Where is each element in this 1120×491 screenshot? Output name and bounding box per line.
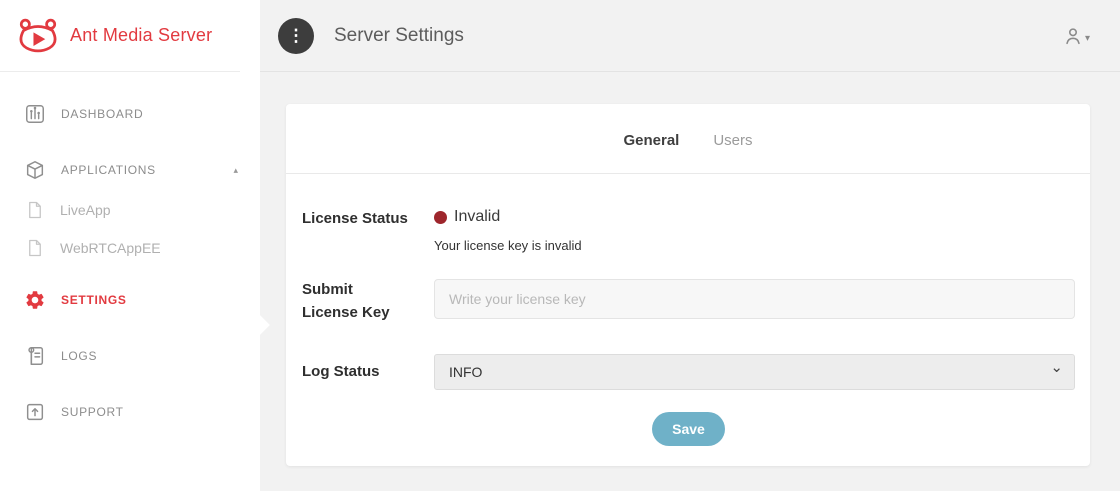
sidebar-item-support[interactable]: SUPPORT — [0, 392, 260, 432]
license-status-value: Invalid — [454, 208, 500, 226]
license-status-detail: Your license key is invalid — [434, 238, 1075, 253]
user-menu-button[interactable]: ▾ — [1062, 25, 1090, 47]
sidebar-nav: DASHBOARD APPLICATIONS ▴ — [0, 72, 260, 432]
log-status-row: Log Status INFO ⌄ — [302, 354, 1075, 390]
chevron-up-icon[interactable]: ▴ — [233, 165, 238, 176]
save-button[interactable]: Save — [652, 412, 725, 446]
app-window: Ant Media Server DASHBOARD — [0, 0, 1120, 491]
log-status-select-wrap: INFO ⌄ — [434, 354, 1075, 390]
tab-bar: General Users — [286, 104, 1090, 174]
page-title: Server Settings — [334, 25, 464, 47]
file-icon — [26, 239, 44, 257]
dashboard-icon — [24, 103, 46, 125]
status-dot-icon — [434, 211, 447, 224]
ant-media-logo-icon — [16, 17, 60, 55]
sidebar-item-label: LiveApp — [60, 202, 111, 218]
sidebar-item-label: DASHBOARD — [61, 107, 143, 121]
license-key-row: Submit License Key — [302, 279, 1075, 324]
sidebar-item-label: SUPPORT — [61, 405, 124, 419]
sidebar-item-logs[interactable]: LOGS — [0, 336, 260, 376]
support-icon — [24, 401, 46, 423]
license-status-value-group: Invalid Your license key is invalid — [434, 208, 1075, 253]
log-status-select[interactable]: INFO — [434, 354, 1075, 390]
license-status-label: License Status — [302, 208, 434, 231]
sidebar-item-webrtcappee[interactable]: WebRTCAppEE — [0, 230, 260, 266]
applications-icon — [24, 159, 46, 181]
settings-card: General Users License Status Invalid You… — [286, 104, 1090, 466]
sidebar-item-label: LOGS — [61, 349, 97, 363]
sidebar-item-applications[interactable]: APPLICATIONS ▴ — [0, 150, 260, 190]
sidebar-item-label: WebRTCAppEE — [60, 240, 161, 256]
file-icon — [26, 201, 44, 219]
license-key-field-wrap — [434, 279, 1075, 319]
brand-logo[interactable]: Ant Media Server — [0, 0, 260, 71]
sidebar-item-settings[interactable]: SETTINGS — [0, 280, 260, 320]
license-key-input[interactable] — [434, 279, 1075, 319]
main-area: ⋮ Server Settings ▾ General Users — [260, 0, 1120, 491]
chevron-down-icon: ▾ — [1085, 34, 1090, 47]
sidebar-item-label: SETTINGS — [61, 293, 127, 307]
content-area: General Users License Status Invalid You… — [260, 72, 1120, 491]
sidebar-item-liveapp[interactable]: LiveApp — [0, 192, 260, 228]
license-key-label: Submit License Key — [302, 279, 392, 324]
license-status-row: License Status Invalid Your license key … — [302, 208, 1075, 253]
brand-name: Ant Media Server — [70, 25, 212, 46]
log-status-label: Log Status — [302, 361, 434, 384]
sidebar-item-label: APPLICATIONS — [61, 163, 156, 177]
tab-general[interactable]: General — [623, 132, 679, 149]
header: ⋮ Server Settings ▾ — [260, 0, 1120, 72]
menu-toggle-button[interactable]: ⋮ — [278, 18, 314, 54]
save-button-wrap: Save — [302, 412, 1075, 446]
tab-users[interactable]: Users — [713, 132, 752, 149]
user-icon — [1062, 25, 1084, 47]
gear-icon — [24, 289, 46, 311]
sidebar-item-dashboard[interactable]: DASHBOARD — [0, 94, 260, 134]
sidebar: Ant Media Server DASHBOARD — [0, 0, 260, 491]
kebab-menu-icon: ⋮ — [288, 26, 305, 46]
logs-icon — [24, 345, 46, 367]
